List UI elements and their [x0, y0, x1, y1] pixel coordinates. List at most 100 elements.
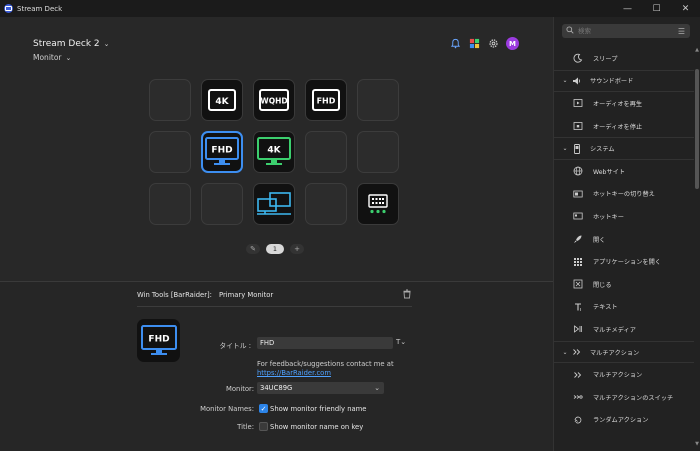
marketplace-icon[interactable] — [468, 38, 480, 50]
key-control-panel[interactable] — [357, 183, 399, 225]
action-multimedia[interactable]: マルチメディア — [554, 318, 694, 341]
key-label: 4K — [215, 97, 229, 107]
chevron-down-icon: ⌄ — [374, 384, 380, 392]
key-wqhd[interactable]: WQHD — [253, 79, 295, 121]
key-grid: 4K WQHD FHD FHD 4K — [149, 79, 399, 225]
action-label: ホットキーの切り替え — [593, 191, 655, 199]
device-name: Stream Deck 2 — [33, 39, 100, 49]
key-dual-monitor[interactable] — [253, 183, 295, 225]
action-close[interactable]: 閉じる — [554, 273, 694, 296]
action-open[interactable]: 開く — [554, 228, 694, 251]
action-hotkey[interactable]: ホットキー — [554, 205, 694, 228]
control-panel-icon — [368, 194, 388, 214]
profile-selector[interactable]: Monitor ⌄ — [33, 53, 71, 62]
globe-icon — [573, 166, 583, 176]
key-4k[interactable]: 4K — [201, 79, 243, 121]
chevron-down-icon: ⌄ — [65, 53, 72, 62]
close-button[interactable]: ✕ — [671, 0, 700, 17]
monitor-select-value: 34UC89G — [260, 384, 293, 392]
action-website[interactable]: Webサイト — [554, 160, 694, 183]
action-label: Webサイト — [593, 168, 626, 176]
action-hotkey-switch[interactable]: ホットキーの切り替え — [554, 183, 694, 206]
action-text[interactable]: テキスト — [554, 296, 694, 319]
action-stop-audio[interactable]: オーディオを停止 — [554, 115, 694, 138]
pin-icon[interactable]: ✎ — [246, 244, 260, 254]
category-soundboard[interactable]: ⌄ サウンドボード — [554, 69, 694, 93]
media-icon — [573, 324, 583, 334]
multi-switch-icon — [573, 392, 583, 402]
property-inspector: Win Tools [BarRaider]: Primary Monitor F… — [0, 281, 553, 451]
plugin-name: Win Tools [BarRaider]: — [137, 291, 212, 299]
text-format-icon[interactable]: T⌄ — [396, 338, 406, 346]
monitor-names-label: Monitor Names: — [200, 405, 254, 413]
monitor-names-checkbox[interactable]: ✓ — [259, 404, 268, 413]
key-slot[interactable] — [357, 131, 399, 173]
action-random-action[interactable]: ランダムアクション — [554, 409, 694, 432]
key-slot[interactable] — [357, 79, 399, 121]
multi-action-icon — [573, 370, 583, 380]
monitor-label: Monitor: — [225, 385, 254, 393]
key-slot[interactable] — [201, 183, 243, 225]
action-label: マルチアクションのスイッチ — [593, 394, 674, 402]
show-name-checkbox[interactable] — [259, 422, 268, 431]
dual-monitor-icon — [257, 192, 291, 215]
monitor-names-text: Show monitor friendly name — [270, 405, 367, 413]
key-slot[interactable] — [149, 183, 191, 225]
scroll-down-arrow[interactable]: ▼ — [694, 441, 700, 447]
key-fhd[interactable]: FHD — [305, 79, 347, 121]
action-multi-action-switch[interactable]: マルチアクションのスイッチ — [554, 386, 694, 409]
action-label: オーディオを再生 — [593, 100, 643, 108]
scroll-up-arrow[interactable]: ▲ — [694, 47, 700, 53]
avatar[interactable]: M — [506, 37, 519, 50]
action-play-audio[interactable]: オーディオを再生 — [554, 92, 694, 115]
key-label: 4K — [267, 146, 281, 156]
action-multi-action[interactable]: マルチアクション — [554, 363, 694, 386]
search-icon — [566, 26, 574, 36]
key-slot[interactable] — [149, 131, 191, 173]
key-slot[interactable] — [149, 79, 191, 121]
feedback-text: For feedback/suggestions contact me at — [257, 360, 394, 368]
key-primary-monitor-fhd[interactable]: FHD — [201, 131, 243, 173]
play-icon — [573, 98, 583, 108]
category-system[interactable]: ⌄ システム — [554, 137, 694, 160]
chevron-down-icon: ⌄ — [562, 348, 568, 356]
action-label: 開く — [593, 236, 606, 244]
action-label: 閉じる — [593, 281, 612, 289]
title-input[interactable]: FHD — [257, 337, 393, 349]
list-view-icon[interactable]: ☰ — [678, 27, 685, 36]
maximize-button[interactable]: ☐ — [642, 0, 671, 17]
window-title: Stream Deck — [17, 4, 63, 13]
close-box-icon — [573, 279, 583, 289]
key-slot[interactable] — [305, 131, 347, 173]
action-label: テキスト — [593, 304, 618, 312]
bell-icon[interactable] — [449, 38, 461, 50]
rocket-icon — [573, 234, 583, 244]
random-icon — [573, 415, 583, 425]
page-indicator[interactable]: 1 — [266, 244, 284, 254]
action-sleep[interactable]: スリープ — [554, 47, 694, 70]
title-bar: Stream Deck — ☐ ✕ — [0, 0, 700, 17]
action-name: Primary Monitor — [218, 291, 274, 299]
monitor-select[interactable]: 34UC89G ⌄ — [257, 382, 384, 394]
device-selector[interactable]: Stream Deck 2 ⌄ — [33, 39, 110, 49]
header-icons: M — [449, 37, 519, 50]
key-preview[interactable]: FHD — [137, 319, 180, 362]
window-controls: — ☐ ✕ — [613, 0, 700, 17]
sidebar-scrollbar[interactable] — [695, 69, 699, 189]
page-controls: ✎ 1 + — [246, 244, 304, 254]
add-page-button[interactable]: + — [290, 244, 304, 254]
category-multi-action[interactable]: ⌄ マルチアクション — [554, 340, 694, 364]
chevron-down-icon: ⌄ — [562, 145, 568, 153]
key-slot[interactable] — [305, 183, 347, 225]
key-primary-monitor-4k[interactable]: 4K — [253, 131, 295, 173]
search-box[interactable]: ☰ — [562, 24, 690, 38]
gear-icon[interactable] — [487, 38, 499, 50]
action-label: ホットキー — [593, 213, 624, 221]
action-open-app[interactable]: アプリケーションを開く — [554, 250, 694, 273]
stream-deck-app-icon — [4, 4, 13, 13]
minimize-button[interactable]: — — [613, 0, 642, 17]
trash-icon[interactable] — [402, 289, 412, 299]
barraider-link[interactable]: https://BarRaider.com — [257, 369, 331, 377]
search-input[interactable] — [578, 27, 678, 35]
key-label: FHD — [211, 146, 232, 156]
